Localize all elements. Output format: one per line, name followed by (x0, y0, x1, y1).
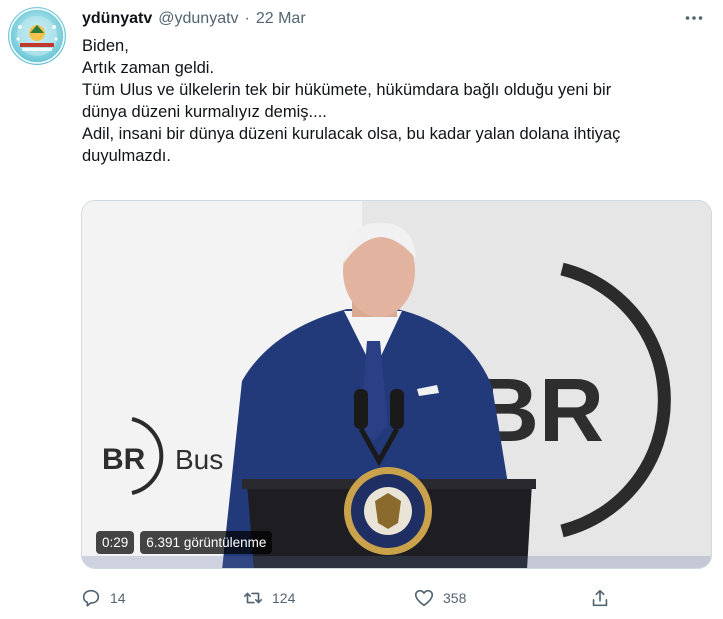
reply-icon (82, 589, 100, 607)
backdrop-text: Bus (175, 444, 223, 475)
tweet-text-line: Biden, (82, 37, 129, 55)
tweet: ydünyatv @ydunyatv · 22 Mar Biden, Artık… (0, 0, 723, 619)
video-duration: 0:29 (96, 531, 135, 554)
tweet-text-line: duyulmazdı. (82, 147, 171, 165)
tweet-date[interactable]: 22 Mar (256, 10, 306, 28)
video-frame: BR BR Bus (82, 201, 711, 568)
avatar[interactable] (8, 7, 66, 65)
retweet-button[interactable]: 124 (242, 584, 295, 612)
separator-dot: · (244, 10, 250, 27)
retweet-icon (243, 592, 263, 604)
share-icon (592, 589, 608, 607)
display-name[interactable]: ydünyatv (82, 10, 152, 28)
like-count: 358 (443, 590, 467, 606)
tweet-actions: 14 124 358 (80, 584, 620, 612)
share-button[interactable] (589, 584, 611, 612)
more-button[interactable] (679, 6, 709, 30)
retweet-count: 124 (272, 590, 296, 606)
more-icon (685, 16, 703, 20)
video-view-count: 6.391 görüntülenme (140, 531, 273, 554)
avatar-logo-icon (9, 8, 65, 64)
video-badges: 0:29 6.391 görüntülenme (96, 531, 273, 554)
like-icon (414, 589, 434, 607)
tweet-text-line: Artık zaman geldi. (82, 59, 215, 77)
like-button[interactable]: 358 (413, 584, 466, 612)
reply-count: 14 (110, 590, 126, 606)
backdrop-logo-small: BR (102, 443, 146, 476)
tweet-header: ydünyatv @ydunyatv · 22 Mar (82, 8, 306, 30)
reply-button[interactable]: 14 (80, 584, 126, 612)
tweet-text: Biden, Artık zaman geldi. Tüm Ulus ve ül… (82, 35, 712, 167)
video-player[interactable]: BR BR Bus 0:29 6.391 görüntülenme (81, 200, 712, 569)
tweet-text-line: Adil, insani bir dünya düzeni kurulacak … (82, 125, 621, 143)
user-handle[interactable]: @ydunyatv (158, 10, 238, 28)
tweet-text-line: dünya düzeni kurmalıyız demiş.... (82, 103, 327, 121)
tweet-text-line: Tüm Ulus ve ülkelerin tek bir hükümete, … (82, 81, 612, 99)
